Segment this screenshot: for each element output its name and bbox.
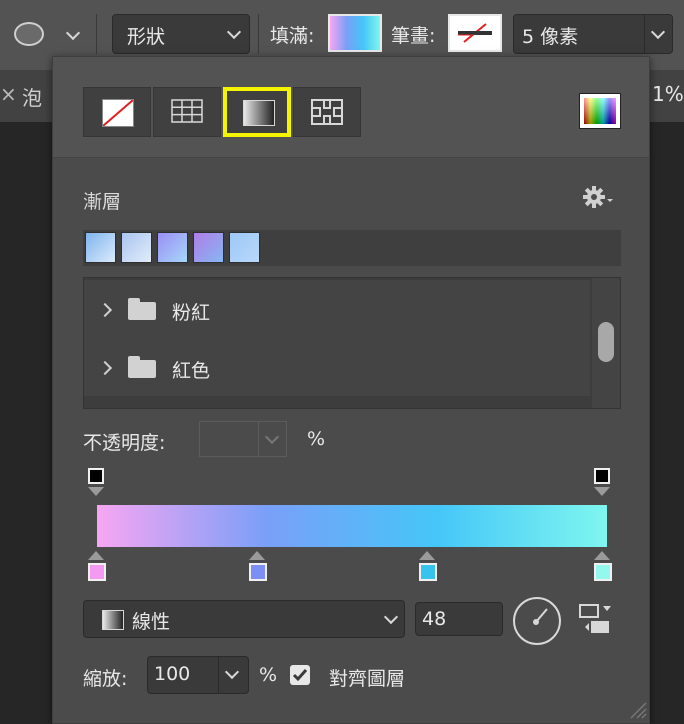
gradient-button[interactable] xyxy=(223,87,291,137)
angle-dial[interactable] xyxy=(513,597,561,645)
section-title: 漸層 xyxy=(83,191,122,213)
folder-name: 粉紅 xyxy=(172,302,211,324)
align-checkbox[interactable] xyxy=(290,665,310,685)
list-item-folder[interactable]: 粉紅 xyxy=(84,280,590,338)
gradient-presets-row xyxy=(83,230,621,266)
fill-label: 填滿: xyxy=(270,25,315,47)
stroke-width-value: 5 像素 xyxy=(522,26,579,48)
chevron-right-icon xyxy=(97,302,113,318)
opacity-stop[interactable] xyxy=(88,468,104,484)
align-label: 對齊圖層 xyxy=(329,668,406,690)
folder-icon xyxy=(128,356,156,378)
angle-dial-icon xyxy=(533,608,548,625)
opacity-label: 不透明度: xyxy=(83,432,166,454)
reverse-gradient-icon[interactable] xyxy=(579,603,613,635)
angle-field[interactable]: 48 xyxy=(415,602,503,636)
ellipse-tool-icon[interactable] xyxy=(14,22,44,46)
folder-icon xyxy=(128,298,156,320)
chevron-down-icon xyxy=(264,429,280,445)
tab-close-icon[interactable]: × xyxy=(0,82,17,106)
grid-swatches-icon xyxy=(171,99,203,123)
gradient-style-value: 線性 xyxy=(132,611,171,633)
gradient-style-dropdown[interactable]: 線性 xyxy=(83,600,405,638)
pattern-button[interactable] xyxy=(293,87,361,137)
scale-value: 100 xyxy=(154,663,191,685)
gradient-preset-swatch[interactable] xyxy=(157,232,188,263)
checkmark-icon xyxy=(292,669,308,682)
gradient-folder-list: 粉紅 紅色 xyxy=(83,277,621,409)
scale-unit: % xyxy=(259,664,278,686)
scrollbar-thumb[interactable] xyxy=(598,322,614,362)
stroke-width-field[interactable]: 5 像素 xyxy=(513,14,673,54)
fill-type-header xyxy=(53,57,649,158)
opacity-stop-pointer xyxy=(88,487,104,496)
no-stroke-icon xyxy=(458,23,492,43)
gradient-preset-swatch[interactable] xyxy=(193,232,224,263)
list-item-folder[interactable]: 紅色 xyxy=(84,338,590,396)
color-stop[interactable] xyxy=(248,563,267,581)
opacity-field xyxy=(199,421,287,457)
linear-gradient-icon xyxy=(102,610,124,630)
stroke-label: 筆畫: xyxy=(391,25,436,47)
chevron-down-icon[interactable] xyxy=(650,24,666,40)
pattern-icon xyxy=(311,99,343,125)
angle-value: 48 xyxy=(422,608,447,630)
scale-field[interactable]: 100 xyxy=(147,656,249,694)
solid-color-button[interactable] xyxy=(153,87,221,137)
folder-name: 紅色 xyxy=(172,360,211,382)
color-spectrum-icon xyxy=(584,98,616,124)
opacity-unit: % xyxy=(307,428,326,450)
chevron-down-icon xyxy=(383,609,399,625)
gradient-preset-swatch[interactable] xyxy=(229,232,260,263)
settings-gear-icon[interactable] xyxy=(583,185,613,209)
chevron-down-icon xyxy=(226,24,242,40)
resize-grip-icon[interactable] xyxy=(627,699,647,719)
gradient-preset-swatch[interactable] xyxy=(85,232,116,263)
shape-mode-dropdown[interactable]: 形狀 xyxy=(112,14,250,54)
tool-preset-chevron-icon[interactable] xyxy=(65,25,81,41)
color-stop[interactable] xyxy=(88,563,106,581)
stroke-swatch[interactable] xyxy=(448,14,502,52)
shape-mode-value: 形狀 xyxy=(127,26,166,48)
fill-swatch[interactable] xyxy=(328,14,382,52)
document-tab-title[interactable]: 泡 xyxy=(22,82,42,111)
color-stop[interactable] xyxy=(419,563,438,581)
color-stop[interactable] xyxy=(594,563,612,581)
color-picker-button[interactable] xyxy=(579,93,621,129)
gradient-preview-bar[interactable] xyxy=(97,505,607,547)
color-stop-pointer xyxy=(248,551,265,560)
fill-type-popup: 漸層 粉紅 紅色 不透明度: % 線性 48 縮放: 100 % 對齊圖層 xyxy=(52,56,650,724)
color-stop-pointer xyxy=(594,551,610,560)
list-scrollbar[interactable] xyxy=(592,278,620,408)
zoom-readout: 1% xyxy=(652,82,684,106)
opacity-stop-pointer xyxy=(594,487,610,496)
color-stop-pointer xyxy=(419,551,436,560)
opacity-stop[interactable] xyxy=(594,468,610,484)
chevron-right-icon xyxy=(97,360,113,376)
no-color-icon xyxy=(102,99,134,127)
gradient-icon xyxy=(243,100,275,126)
no-color-button[interactable] xyxy=(83,87,151,137)
scale-label: 縮放: xyxy=(83,668,128,690)
chevron-down-icon[interactable] xyxy=(224,664,240,680)
gradient-preset-swatch[interactable] xyxy=(121,232,152,263)
color-stop-pointer xyxy=(88,551,104,560)
